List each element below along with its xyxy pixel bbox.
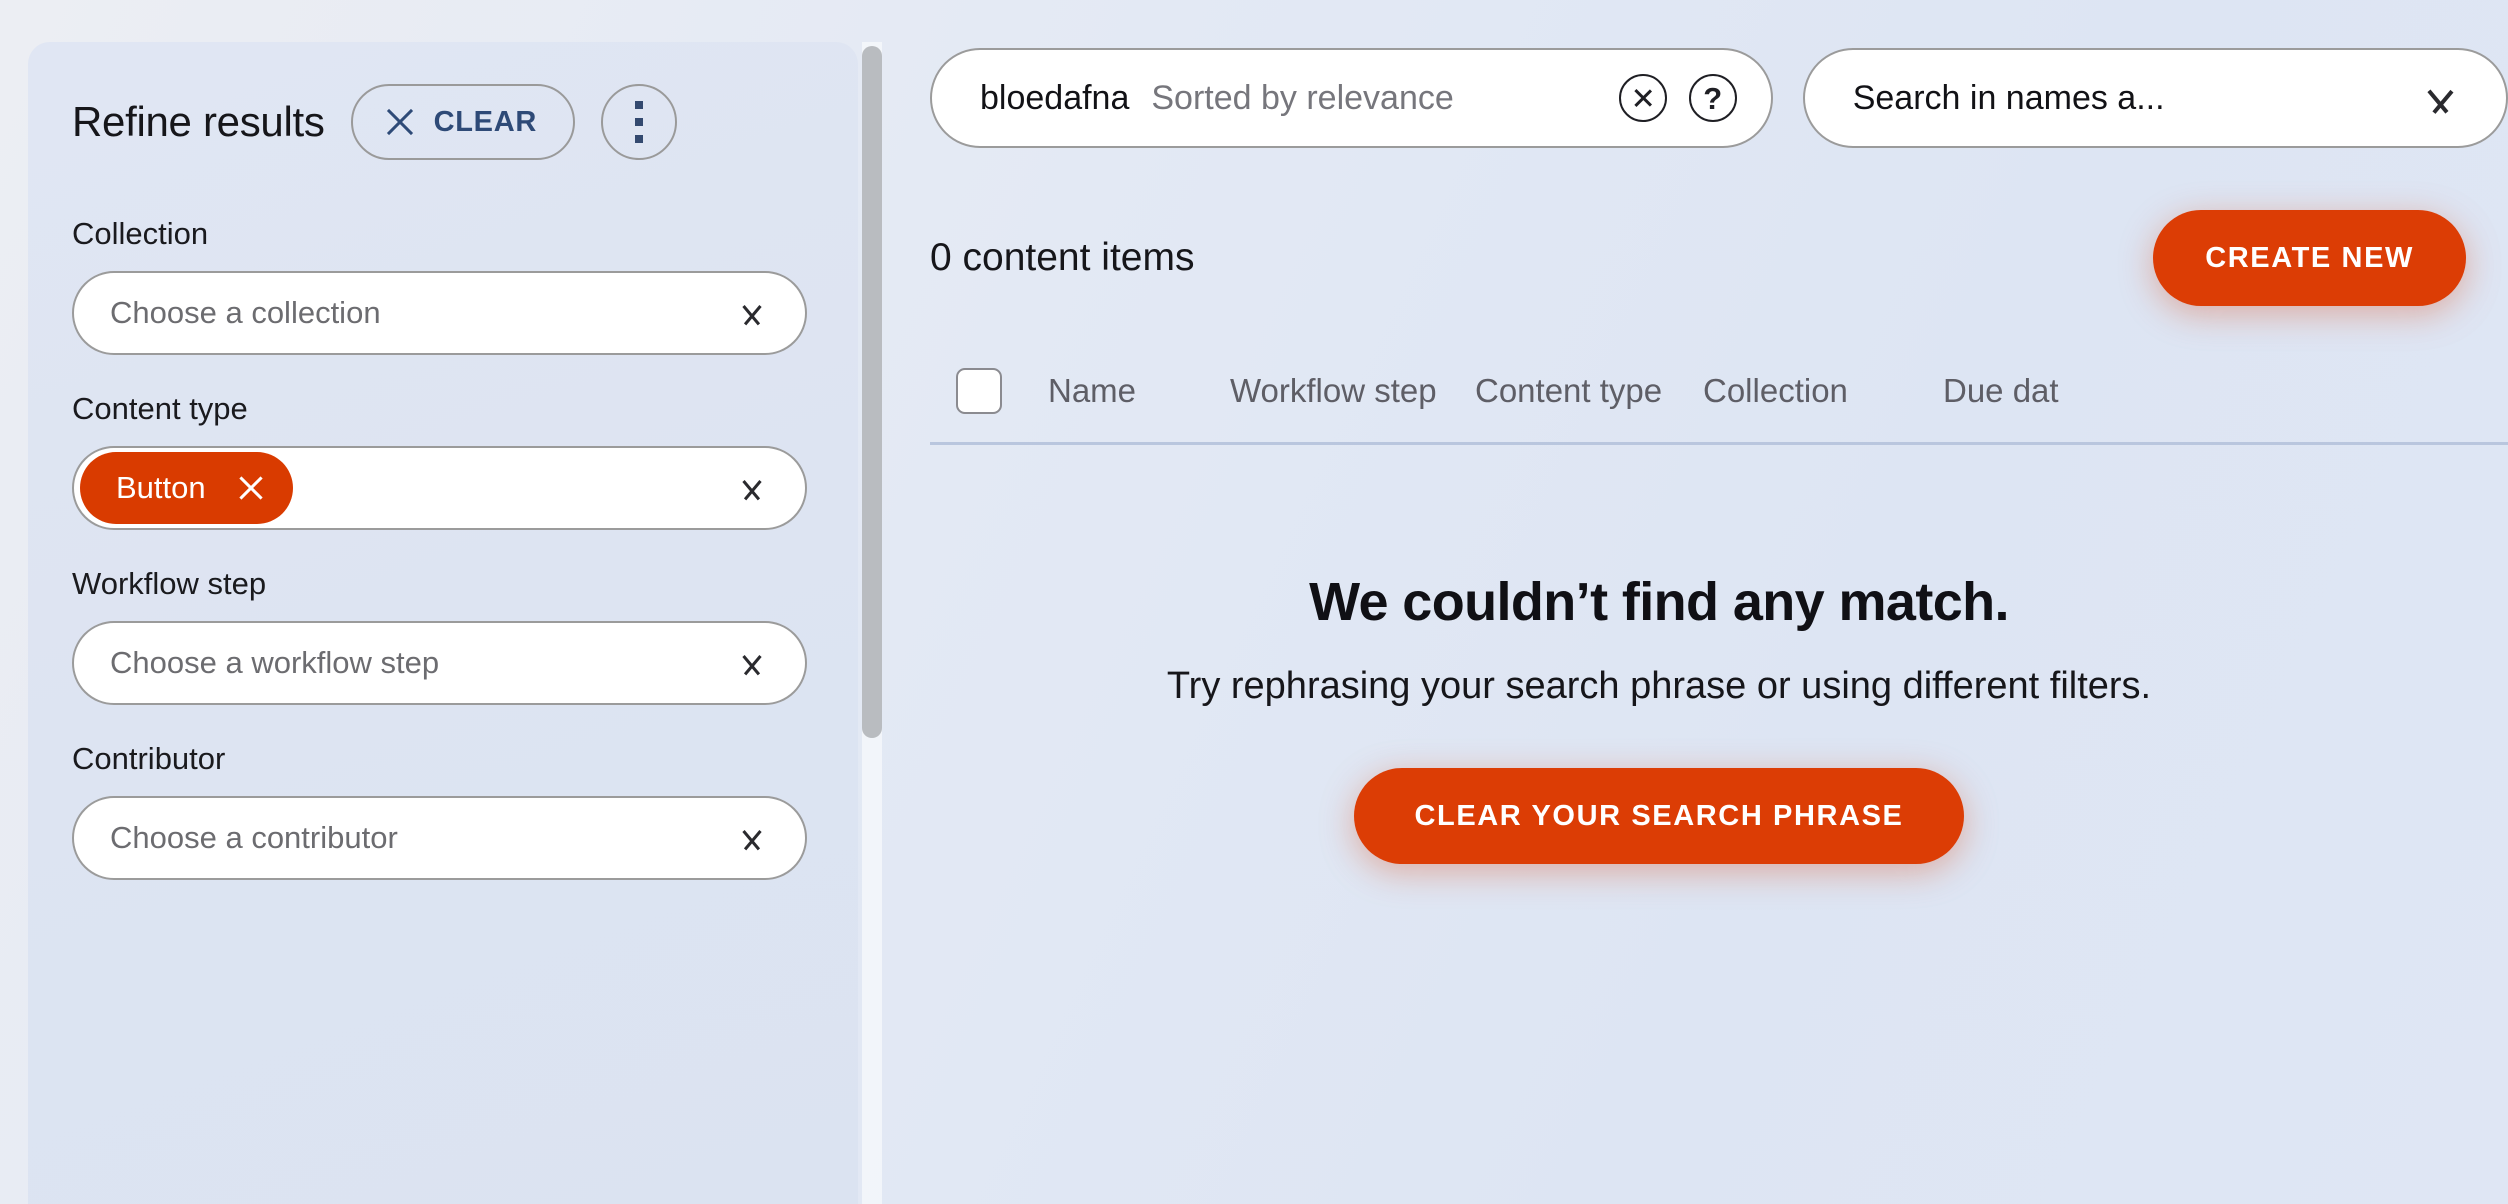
sidebar-scrollbar-thumb[interactable] — [862, 46, 882, 738]
page-title: Refine results — [72, 98, 325, 145]
clear-search-phrase-button[interactable]: CLEAR YOUR SEARCH PHRASE — [1354, 768, 1964, 864]
search-scope-label: Search in names a... — [1852, 78, 2165, 117]
workflow-step-select[interactable]: Choose a workflow step — [72, 621, 807, 705]
empty-state-title: We couldn’t find any match. — [1309, 572, 2009, 632]
content-items-count: 0 content items — [930, 236, 1195, 279]
chevron-down-icon — [735, 829, 769, 847]
dot — [634, 118, 643, 126]
contributor-placeholder: Choose a contributor — [110, 820, 398, 855]
search-sort-note: Sorted by relevance — [1151, 78, 1454, 117]
column-header-content-type[interactable]: Content type — [1475, 372, 1703, 410]
empty-state: We couldn’t find any match. Try rephrasi… — [930, 571, 2508, 864]
search-query-text: bloedafna — [980, 78, 1130, 117]
collection-select[interactable]: Choose a collection — [72, 271, 807, 355]
column-header-workflow-step[interactable]: Workflow step — [1230, 372, 1475, 410]
column-header-collection[interactable]: Collection — [1703, 372, 1943, 410]
chevron-down-icon — [735, 479, 769, 497]
filter-label-content-type: Content type — [72, 391, 248, 426]
content-table-header: Name Workflow step Content type Collecti… — [930, 368, 2508, 445]
search-input[interactable]: bloedafna Sorted by relevance ? — [930, 48, 1773, 148]
close-x-icon — [383, 105, 417, 139]
vertical-dots-icon[interactable] — [600, 84, 677, 160]
content-type-chip-label: Button — [116, 470, 206, 505]
filter-group-content-type: Content type Button — [72, 391, 858, 530]
search-scope-select[interactable]: Search in names a... — [1802, 48, 2508, 148]
refine-results-header: Refine results CLEAR — [72, 84, 858, 160]
chevron-down-icon — [2420, 89, 2460, 107]
select-all-checkbox[interactable] — [956, 368, 1002, 414]
chevron-down-icon — [735, 654, 769, 672]
chevron-down-icon — [735, 304, 769, 322]
dot — [634, 135, 643, 143]
sidebar-content: Refine results CLEAR Collection Choose a… — [28, 42, 858, 880]
column-header-name[interactable]: Name — [1048, 372, 1230, 410]
dot — [634, 101, 643, 109]
filter-group-collection: Collection Choose a collection — [72, 216, 858, 355]
contributor-select[interactable]: Choose a contributor — [72, 796, 807, 880]
create-new-button[interactable]: CREATE NEW — [2153, 210, 2466, 306]
filter-label-contributor: Contributor — [72, 741, 226, 776]
close-x-glyph — [1632, 87, 1654, 109]
results-summary-row: 0 content items CREATE NEW — [930, 210, 2508, 306]
column-header-due-date[interactable]: Due dat — [1943, 372, 2143, 410]
close-circle-icon[interactable] — [1618, 74, 1667, 122]
clear-filters-label: CLEAR — [433, 105, 537, 138]
filter-label-workflow-step: Workflow step — [72, 566, 267, 601]
content-type-select[interactable]: Button — [72, 446, 807, 530]
search-toolbar: bloedafna Sorted by relevance ? Search i… — [930, 0, 2508, 148]
empty-state-subtitle: Try rephrasing your search phrase or usi… — [1166, 665, 2152, 707]
question-mark-glyph: ? — [1703, 80, 1723, 116]
collection-placeholder: Choose a collection — [110, 295, 381, 330]
clear-filters-button[interactable]: CLEAR — [350, 84, 575, 160]
content-type-chip-button[interactable]: Button — [80, 452, 293, 524]
close-x-icon[interactable] — [236, 473, 266, 503]
filter-group-contributor: Contributor Choose a contributor — [72, 741, 858, 880]
filter-group-workflow-step: Workflow step Choose a workflow step — [72, 566, 858, 705]
filter-label-collection: Collection — [72, 216, 209, 251]
main-content-area: bloedafna Sorted by relevance ? Search i… — [930, 0, 2508, 1204]
refine-results-panel: Refine results CLEAR Collection Choose a… — [28, 42, 858, 1204]
question-circle-icon[interactable]: ? — [1688, 74, 1737, 122]
workflow-step-placeholder: Choose a workflow step — [110, 645, 440, 680]
